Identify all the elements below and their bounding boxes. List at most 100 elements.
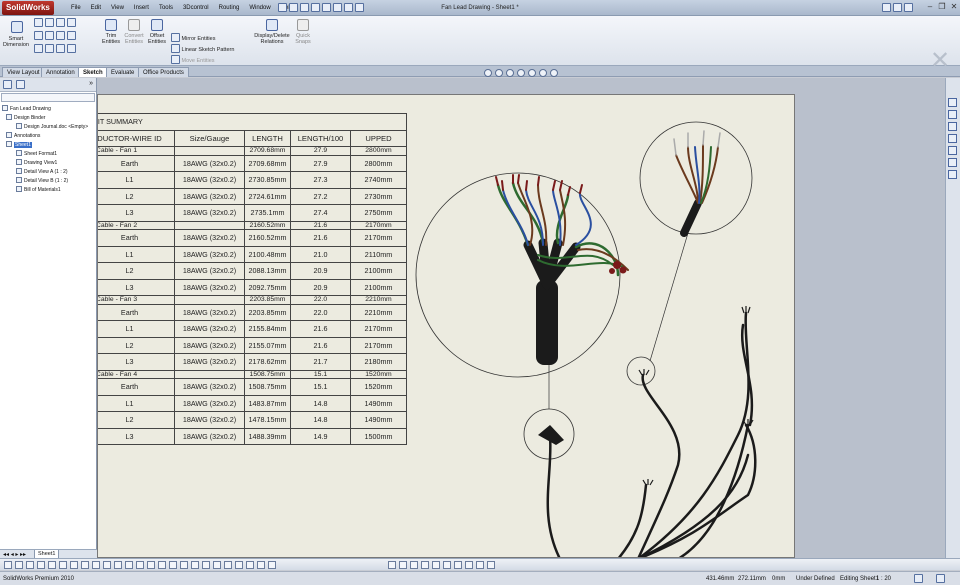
line-style-icon[interactable]: [92, 561, 100, 569]
drawing-sheet[interactable]: CUIT SUMMARY DUCTOR-WIRE IDSize/GaugeLEN…: [97, 94, 795, 558]
quick-snaps-button[interactable]: Quick Snaps: [294, 16, 312, 45]
pan-icon[interactable]: [528, 69, 536, 77]
display-style-icon[interactable]: [539, 69, 547, 77]
rectangle-icon[interactable]: [34, 31, 43, 40]
open-icon[interactable]: [289, 3, 298, 12]
balloon-icon[interactable]: [158, 561, 166, 569]
circle-icon[interactable]: [45, 18, 54, 27]
fillet-icon[interactable]: [67, 31, 76, 40]
help-icon[interactable]: [904, 3, 913, 12]
tree-item-annotations[interactable]: Annotations: [0, 132, 96, 141]
spline-icon[interactable]: [56, 18, 65, 27]
tolerance-icon[interactable]: [191, 561, 199, 569]
property-manager-tab-icon[interactable]: [16, 80, 25, 89]
custom-properties-icon[interactable]: [948, 170, 957, 179]
rotate-icon[interactable]: [48, 561, 56, 569]
line-icon[interactable]: [34, 18, 43, 27]
rotate-icon[interactable]: [517, 69, 525, 77]
smart-dimension-button[interactable]: Smart Dimension: [2, 21, 30, 48]
tree-item-sheet-format[interactable]: Sheet Format1: [0, 150, 96, 159]
snap-icon[interactable]: [125, 561, 133, 569]
tree-item-detail-view-b[interactable]: Detail View B (1 : 2): [0, 177, 96, 186]
undo-icon[interactable]: [322, 3, 331, 12]
minimize-icon[interactable]: –: [925, 2, 935, 12]
close-icon[interactable]: ✕: [949, 2, 959, 12]
tab-annotation[interactable]: Annotation: [41, 67, 80, 77]
arc-icon[interactable]: [45, 31, 54, 40]
sketch-pattern-icon[interactable]: [487, 561, 495, 569]
grid-icon[interactable]: [114, 561, 122, 569]
plane-icon[interactable]: [67, 44, 76, 53]
slot-icon[interactable]: [34, 44, 43, 53]
block-icon[interactable]: [246, 561, 254, 569]
sketch-circle-icon[interactable]: [410, 561, 418, 569]
tree-item-detail-view-a[interactable]: Detail View A (1 : 2): [0, 168, 96, 177]
tree-item-design-binder[interactable]: Design Binder: [0, 114, 96, 123]
feature-filter-input[interactable]: [1, 93, 95, 102]
display-delete-relations-button[interactable]: Display/Delete Relations: [252, 16, 292, 45]
line-weight-icon[interactable]: [103, 561, 111, 569]
select-icon[interactable]: [333, 3, 342, 12]
sketch-point-icon[interactable]: [388, 561, 396, 569]
tab-evaluate[interactable]: Evaluate: [106, 67, 140, 77]
sketch-mirror-icon[interactable]: [465, 561, 473, 569]
expand-panel-icon[interactable]: »: [89, 80, 93, 87]
centerline-icon[interactable]: [224, 561, 232, 569]
revision-icon[interactable]: [268, 561, 276, 569]
trim-entities-button[interactable]: Trim Entities: [100, 16, 122, 45]
sketch-offset-icon[interactable]: [476, 561, 484, 569]
zoom-to-fit-icon[interactable]: [484, 69, 492, 77]
restore-icon[interactable]: ❐: [937, 2, 947, 12]
table-icon[interactable]: [257, 561, 265, 569]
sheet-nav-arrows-icon[interactable]: ◂◂ ◂ ▸ ▸▸: [3, 551, 26, 558]
rebuild-icon[interactable]: [344, 3, 353, 12]
pan-icon[interactable]: [37, 561, 45, 569]
convert-entities-button[interactable]: Convert Entities: [122, 16, 146, 45]
color-icon[interactable]: [81, 561, 89, 569]
print-icon[interactable]: [311, 3, 320, 12]
sketch-spline-icon[interactable]: [443, 561, 451, 569]
design-library-icon[interactable]: [948, 110, 957, 119]
rebuild-status-icon[interactable]: [914, 574, 923, 583]
section-icon[interactable]: [59, 561, 67, 569]
tree-item-drawing-view1[interactable]: Drawing View1: [0, 159, 96, 168]
hole-callout-icon[interactable]: [235, 561, 243, 569]
sketch-line-icon[interactable]: [399, 561, 407, 569]
center-mark-icon[interactable]: [213, 561, 221, 569]
help-status-icon[interactable]: [936, 574, 945, 583]
text-icon[interactable]: [56, 44, 65, 53]
layer-icon[interactable]: [136, 561, 144, 569]
zoom-icon[interactable]: [26, 561, 34, 569]
weld-icon[interactable]: [169, 561, 177, 569]
point-icon[interactable]: [67, 18, 76, 27]
file-explorer-icon[interactable]: [948, 122, 957, 131]
sketch-trim-icon[interactable]: [454, 561, 462, 569]
view-settings-icon[interactable]: [550, 69, 558, 77]
design-library-icon[interactable]: [882, 3, 891, 12]
feature-tree-tab-icon[interactable]: [3, 80, 12, 89]
sketch-rect-icon[interactable]: [432, 561, 440, 569]
search-icon[interactable]: [948, 134, 957, 143]
sketch-arc-icon[interactable]: [421, 561, 429, 569]
pointer-icon[interactable]: [4, 561, 12, 569]
hide-show-icon[interactable]: [70, 561, 78, 569]
offset-entities-button[interactable]: Offset Entities: [146, 16, 168, 45]
note-icon[interactable]: [147, 561, 155, 569]
polygon-icon[interactable]: [56, 31, 65, 40]
datum-icon[interactable]: [180, 561, 188, 569]
surface-finish-icon[interactable]: [202, 561, 210, 569]
tab-sketch[interactable]: Sketch: [78, 67, 108, 77]
tree-item-root[interactable]: Fan Lead Drawing: [0, 105, 96, 114]
new-document-icon[interactable]: [278, 3, 287, 12]
ellipse-icon[interactable]: [45, 44, 54, 53]
tab-office-products[interactable]: Office Products: [138, 67, 189, 77]
view-palette-icon[interactable]: [948, 146, 957, 155]
appearances-icon[interactable]: [948, 158, 957, 167]
tree-item-bill-of-materials[interactable]: Bill of Materials1: [0, 186, 96, 195]
tree-item-sheet1[interactable]: Sheet1: [0, 141, 96, 150]
box-select-icon[interactable]: [15, 561, 23, 569]
save-icon[interactable]: [300, 3, 309, 12]
options-icon[interactable]: [355, 3, 364, 12]
linear-sketch-pattern-button[interactable]: Linear Sketch Pattern: [171, 44, 234, 54]
solidworks-resources-icon[interactable]: [948, 98, 957, 107]
